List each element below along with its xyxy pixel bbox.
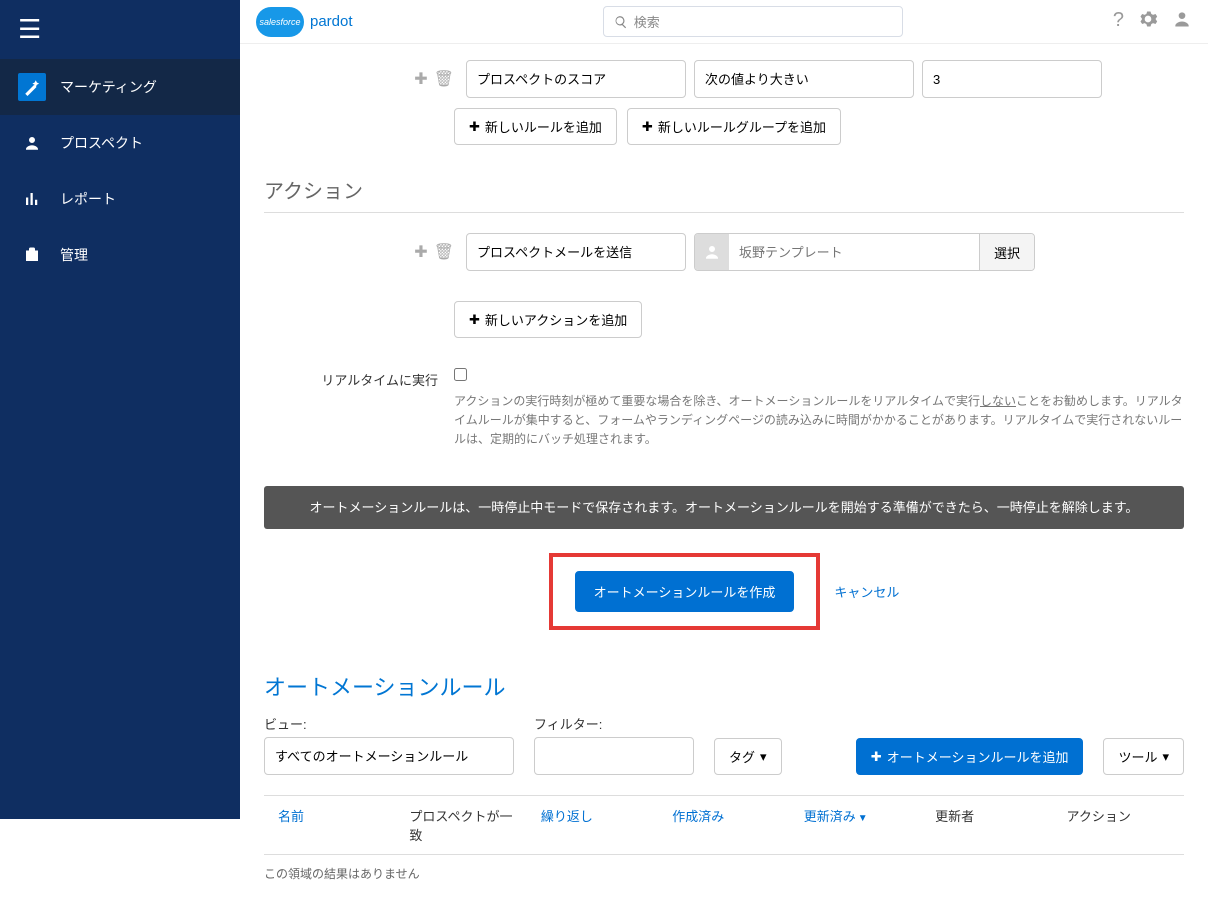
help-icon[interactable]: ? — [1113, 9, 1124, 35]
realtime-help-text: アクションの実行時刻が極めて重要な場合を除き、オートメーションルールをリアルタイ… — [454, 392, 1184, 450]
col-updated[interactable]: 更新済み▼ — [790, 806, 921, 844]
add-automation-rule-button[interactable]: ✚ オートメーションルールを追加 — [856, 738, 1084, 775]
topbar: salesforce pardot 検索 ? — [240, 0, 1208, 44]
view-label: ビュー: — [264, 714, 514, 733]
rule-field-select[interactable]: プロスペクトのスコア — [466, 60, 686, 98]
sidebar-item-label: プロスペクト — [60, 133, 143, 153]
realtime-label: リアルタイムに実行 — [264, 368, 454, 389]
filter-input[interactable] — [534, 737, 694, 775]
col-name[interactable]: 名前 — [264, 806, 395, 844]
template-select-button[interactable]: 選択 — [979, 234, 1034, 270]
submit-highlight-box: オートメーションルールを作成 — [549, 553, 821, 630]
sidebar-item-reports[interactable]: レポート — [0, 171, 240, 227]
filter-label: フィルター: — [534, 714, 694, 733]
add-icon[interactable]: ✚ — [414, 242, 427, 262]
hamburger-icon[interactable]: ☰ — [0, 0, 240, 59]
search-icon — [614, 15, 628, 29]
add-rule-button[interactable]: ✚ 新しいルールを追加 — [454, 108, 617, 145]
pardot-logo-text: pardot — [310, 13, 353, 30]
briefcase-icon — [18, 241, 46, 269]
sidebar: ☰ マーケティング プロスペクト レポート 管理 — [0, 0, 240, 819]
sidebar-item-prospects[interactable]: プロスペクト — [0, 115, 240, 171]
search-input[interactable]: 検索 — [603, 6, 903, 37]
tools-button[interactable]: ツール ▾ — [1103, 738, 1184, 775]
avatar-icon — [695, 234, 729, 270]
sidebar-item-label: マーケティング — [60, 77, 157, 97]
logo[interactable]: salesforce pardot — [256, 7, 353, 37]
sidebar-item-marketing[interactable]: マーケティング — [0, 59, 240, 115]
action-select[interactable]: プロスペクトメールを送信 — [466, 233, 686, 271]
user-icon[interactable] — [1172, 9, 1192, 35]
col-updater: 更新者 — [921, 806, 1052, 844]
action-row: ✚ 🗑 プロスペクトメールを送信 選択 — [394, 233, 1184, 271]
col-repeat[interactable]: 繰り返し — [527, 806, 658, 844]
cancel-link[interactable]: キャンセル — [834, 582, 899, 601]
table-header: 名前 プロスペクトが一致 繰り返し 作成済み 更新済み▼ 更新者 アクション — [264, 795, 1184, 855]
add-action-button[interactable]: ✚ 新しいアクションを追加 — [454, 301, 642, 338]
rule-value-input[interactable] — [922, 60, 1102, 98]
sidebar-item-admin[interactable]: 管理 — [0, 227, 240, 283]
view-select[interactable]: すべてのオートメーションルール — [264, 737, 514, 775]
actions-title: アクション — [264, 175, 1184, 204]
sidebar-item-label: 管理 — [60, 245, 88, 265]
col-created[interactable]: 作成済み — [658, 806, 789, 844]
add-rule-group-button[interactable]: ✚ 新しいルールグループを追加 — [627, 108, 841, 145]
trash-icon[interactable]: 🗑 — [434, 69, 454, 89]
col-match: プロスペクトが一致 — [395, 806, 526, 844]
gear-icon[interactable] — [1138, 9, 1158, 35]
trash-icon[interactable]: 🗑 — [434, 242, 454, 262]
sidebar-item-label: レポート — [60, 189, 116, 209]
automation-rules-list-title: オートメーションルール — [264, 670, 1184, 702]
create-automation-rule-button[interactable]: オートメーションルールを作成 — [575, 571, 795, 612]
plus-icon: ✚ — [642, 119, 653, 135]
caret-down-icon: ▾ — [760, 749, 767, 765]
search-placeholder: 検索 — [634, 12, 660, 31]
chart-icon — [18, 185, 46, 213]
no-results-text: この領域の結果はありません — [264, 855, 1184, 892]
realtime-checkbox[interactable] — [454, 368, 467, 381]
plus-icon: ✚ — [469, 312, 480, 328]
rule-row: ✚ 🗑 プロスペクトのスコア 次の値より大きい — [394, 60, 1184, 98]
caret-down-icon: ▾ — [1162, 749, 1169, 765]
rule-operator-select[interactable]: 次の値より大きい — [694, 60, 914, 98]
wand-icon — [18, 73, 46, 101]
col-action: アクション — [1053, 806, 1184, 844]
users-icon — [18, 129, 46, 157]
template-input[interactable] — [729, 234, 979, 270]
add-icon[interactable]: ✚ — [414, 69, 427, 89]
main-content: ✚ 🗑 プロスペクトのスコア 次の値より大きい ✚ 新しいルールを追加 ✚ 新し… — [240, 44, 1208, 922]
plus-icon: ✚ — [871, 749, 882, 765]
salesforce-cloud-icon: salesforce — [256, 7, 304, 37]
divider — [264, 212, 1184, 213]
plus-icon: ✚ — [469, 119, 480, 135]
tag-button[interactable]: タグ ▾ — [714, 738, 782, 775]
info-bar: オートメーションルールは、一時停止中モードで保存されます。オートメーションルール… — [264, 486, 1184, 530]
